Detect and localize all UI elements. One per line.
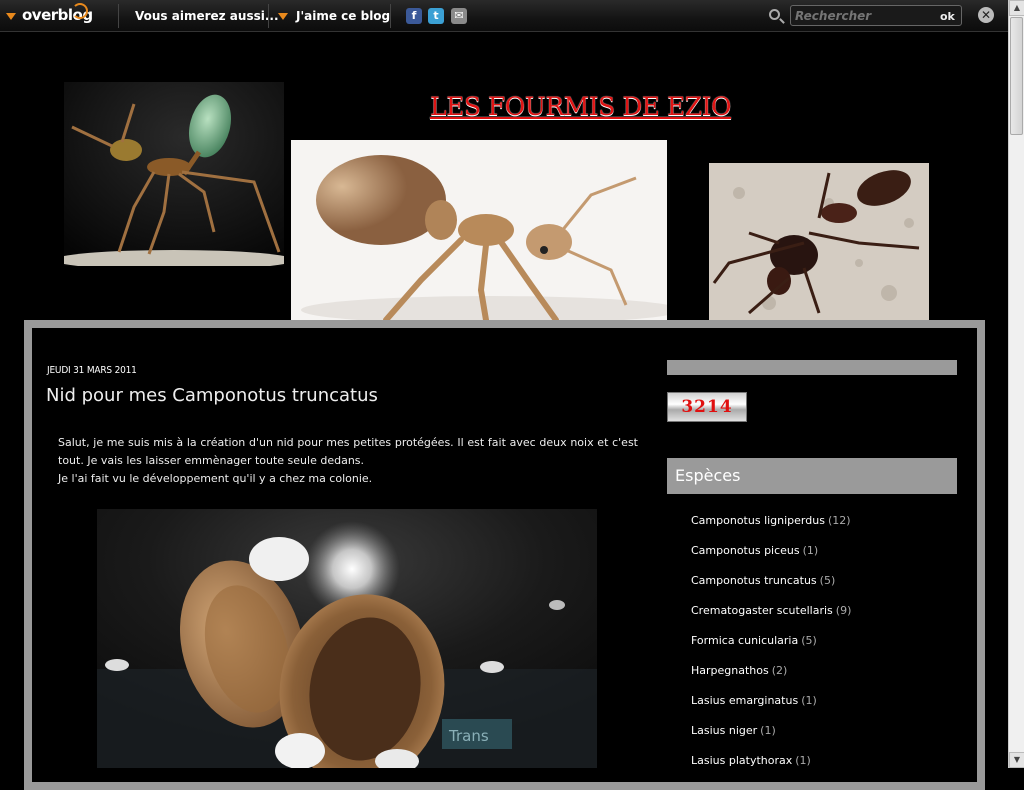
sidebar-heading-species: Espèces: [667, 458, 957, 494]
search-ok-button[interactable]: ok: [940, 10, 955, 23]
toolbar-divider: [390, 4, 391, 28]
category-item[interactable]: Camponotus truncatus (5): [691, 573, 851, 603]
category-count: (1): [802, 544, 819, 557]
post-paragraph: Je l'ai fait vu le développement qu'il y…: [58, 472, 373, 485]
post-paragraph: Salut, je me suis mis à la création d'un…: [58, 436, 638, 467]
category-name[interactable]: Harpegnathos: [691, 664, 769, 677]
category-item[interactable]: Lasius platythorax (1): [691, 753, 851, 783]
category-name[interactable]: Camponotus piceus: [691, 544, 800, 557]
category-name[interactable]: Crematogaster scutellaris: [691, 604, 833, 617]
category-name[interactable]: Lasius emarginatus: [691, 694, 798, 707]
like-this-blog-link[interactable]: J'aime ce blog: [296, 9, 390, 23]
category-item[interactable]: Harpegnathos (2): [691, 663, 851, 693]
toolbar-divider: [268, 4, 269, 28]
blog-title[interactable]: LES FOURMIS DE EZIO: [430, 92, 776, 121]
post-title[interactable]: Nid pour mes Camponotus truncatus: [46, 385, 378, 406]
scroll-down-arrow[interactable]: ▼: [1009, 752, 1024, 768]
category-count: (5): [801, 634, 817, 647]
search-icon[interactable]: [769, 9, 780, 20]
close-toolbar-icon[interactable]: ✕: [978, 7, 994, 23]
twitter-icon[interactable]: t: [428, 8, 444, 24]
category-name[interactable]: Lasius niger: [691, 724, 757, 737]
visitor-counter: 3214: [667, 392, 747, 422]
scroll-thumb[interactable]: [1010, 17, 1023, 135]
header-ant-photo-green: [64, 82, 284, 266]
category-count: (1): [795, 754, 811, 767]
category-name[interactable]: Lasius platythorax: [691, 754, 792, 767]
post-image-walnut-nest[interactable]: Trans: [97, 509, 597, 768]
category-count: (1): [760, 724, 776, 737]
category-count: (5): [819, 574, 836, 587]
category-count: (9): [835, 604, 852, 617]
category-name[interactable]: Formica cunicularia: [691, 634, 798, 647]
post-body: Salut, je me suis mis à la création d'un…: [58, 434, 638, 488]
post-image-caption-text: Trans: [448, 727, 489, 745]
you-may-also-like-link[interactable]: Vous aimerez aussi...: [135, 9, 279, 23]
sidebar-divider-bar: [667, 360, 957, 375]
dropdown-arrow-icon[interactable]: [6, 13, 16, 20]
category-item[interactable]: Crematogaster scutellaris (9): [691, 603, 851, 633]
category-item[interactable]: Camponotus ligniperdus (12): [691, 513, 851, 543]
species-category-list: Camponotus ligniperdus (12) Camponotus pi…: [691, 513, 851, 783]
email-icon[interactable]: ✉: [451, 8, 467, 24]
category-name[interactable]: Camponotus ligniperdus: [691, 514, 825, 527]
header-ant-photo-dark: [709, 163, 929, 321]
scroll-up-arrow[interactable]: ▲: [1009, 0, 1024, 16]
search-input[interactable]: [790, 5, 962, 26]
facebook-icon[interactable]: f: [406, 8, 422, 24]
overblog-swirl-icon: [72, 3, 88, 19]
header-ant-photo-brown: [291, 140, 667, 321]
vertical-scrollbar[interactable]: ▲ ▼: [1008, 0, 1024, 768]
category-count: (1): [801, 694, 817, 707]
category-name[interactable]: Camponotus truncatus: [691, 574, 817, 587]
category-item[interactable]: Lasius niger (1): [691, 723, 851, 753]
category-count: (2): [771, 664, 788, 677]
dropdown-arrow-icon[interactable]: [278, 13, 288, 20]
category-item[interactable]: Camponotus piceus (1): [691, 543, 851, 573]
toolbar-divider: [118, 4, 119, 28]
overblog-toolbar: overblog Vous aimerez aussi... J'aime ce…: [0, 0, 1008, 32]
post-date: JEUDI 31 MARS 2011: [47, 365, 137, 376]
category-item[interactable]: Lasius emarginatus (1): [691, 693, 851, 723]
category-item[interactable]: Formica cunicularia (5): [691, 633, 851, 663]
category-count: (12): [827, 514, 851, 527]
